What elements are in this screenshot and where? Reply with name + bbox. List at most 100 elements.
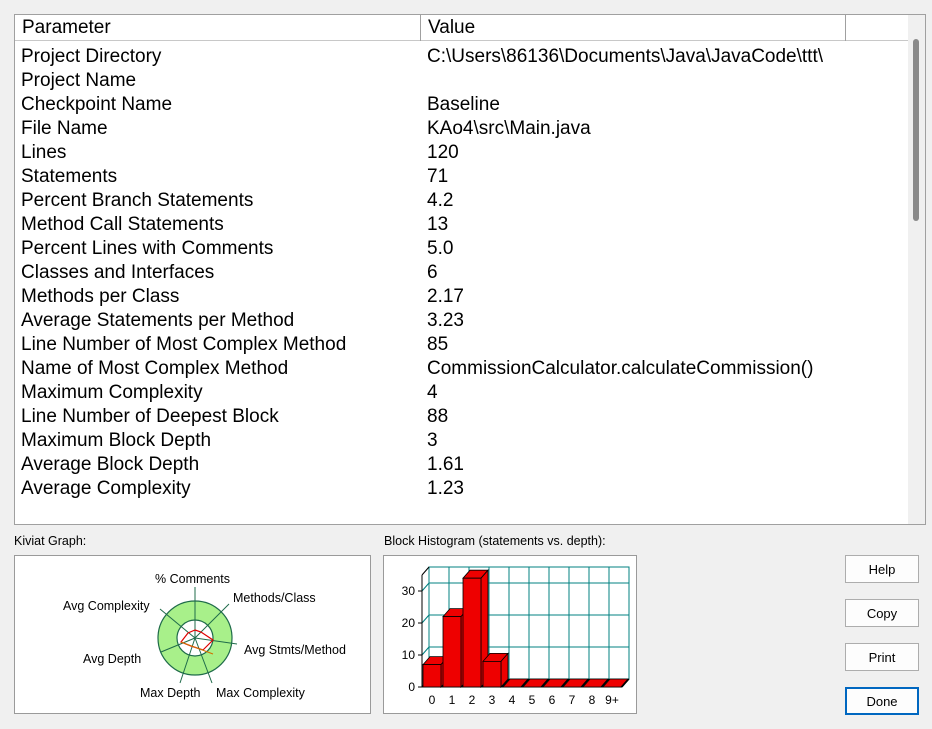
histogram-grid-line xyxy=(421,646,430,656)
scrollbar-thumb[interactable] xyxy=(913,39,919,221)
parameter-value: 13 xyxy=(427,214,449,235)
kiviat-axis-label: Methods/Class xyxy=(233,591,316,605)
parameter-value: CommissionCalculator.calculateCommission… xyxy=(427,358,814,379)
parameter-value: 5.0 xyxy=(427,238,454,259)
parameter-value: 4 xyxy=(427,382,438,403)
histogram-x-tick-label: 7 xyxy=(569,693,576,707)
kiviat-graph-label: Kiviat Graph: xyxy=(14,534,87,548)
parameter-name: Checkpoint Name xyxy=(21,94,173,115)
histogram-x-ticks: 0 1 2 3 4 5 6 7 8 9+ xyxy=(429,693,619,707)
histogram-y-tick-label: 20 xyxy=(402,616,416,630)
table-row[interactable]: Checkpoint Name Baseline xyxy=(15,93,909,117)
table-row[interactable]: Percent Lines with Comments 5.0 xyxy=(15,237,909,261)
histogram-x-tick-label: 9+ xyxy=(605,693,619,707)
parameter-value: 4.2 xyxy=(427,190,454,211)
histogram-x-tick-label: 6 xyxy=(549,693,556,707)
parameter-value: 120 xyxy=(427,142,459,163)
parameter-name: Statements xyxy=(21,166,118,187)
table-row[interactable]: Maximum Block Depth 3 xyxy=(15,429,909,453)
table-row[interactable]: Methods per Class 2.17 xyxy=(15,285,909,309)
table-row[interactable]: Average Statements per Method 3.23 xyxy=(15,309,909,333)
parameter-name: Methods per Class xyxy=(21,286,180,307)
kiviat-axis-label: Max Complexity xyxy=(216,686,306,700)
parameter-name: File Name xyxy=(21,118,108,139)
column-header-parameter[interactable]: Parameter xyxy=(15,15,421,41)
table-row[interactable]: Project Directory C:\Users\86136\Document… xyxy=(15,45,909,69)
parameter-value: 71 xyxy=(427,166,449,187)
histogram-x-tick-label: 1 xyxy=(449,693,456,707)
print-button[interactable]: Print xyxy=(845,643,919,671)
parameter-name: Average Block Depth xyxy=(21,454,200,475)
table-row[interactable]: File Name KAo4\src\Main.java xyxy=(15,117,909,141)
table-row[interactable]: Name of Most Complex Method CommissionCal… xyxy=(15,357,909,381)
histogram-x-tick-label: 3 xyxy=(489,693,496,707)
parameter-name: Project Name xyxy=(21,70,137,91)
kiviat-graph-panel: % Comments Methods/Class Avg Stmts/Metho… xyxy=(14,555,371,714)
table-row[interactable]: Average Block Depth 1.61 xyxy=(15,453,909,477)
parameter-value: 6 xyxy=(427,262,438,283)
kiviat-axis-label: Max Depth xyxy=(140,686,200,700)
parameter-value: 1.23 xyxy=(427,478,464,499)
parameter-value: 85 xyxy=(427,334,449,355)
table-row[interactable]: Project Name xyxy=(15,69,909,93)
histogram-x-tick-label: 8 xyxy=(589,693,596,707)
parameter-name: Method Call Statements xyxy=(21,214,224,235)
parameter-name: Line Number of Deepest Block xyxy=(21,406,279,427)
histogram-y-tick-label: 10 xyxy=(402,648,416,662)
parameter-name: Percent Branch Statements xyxy=(21,190,254,211)
parameter-name: Average Statements per Method xyxy=(21,310,295,331)
parameter-name: Name of Most Complex Method xyxy=(21,358,289,379)
parameter-name: Maximum Block Depth xyxy=(21,430,212,451)
histogram-wall-edge xyxy=(421,566,430,576)
histogram-bar xyxy=(482,652,509,689)
table-body: Project Directory C:\Users\86136\Document… xyxy=(15,45,909,501)
parameter-value: 3.23 xyxy=(427,310,464,331)
kiviat-axis-label: Avg Stmts/Method xyxy=(244,643,346,657)
histogram-y-tick-label: 0 xyxy=(408,680,415,694)
parameter-name: Project Directory xyxy=(21,46,162,67)
parameter-value: C:\Users\86136\Documents\Java\JavaCode\t… xyxy=(427,46,824,67)
kiviat-axis-label: Avg Complexity xyxy=(63,599,150,613)
parameter-name: Maximum Complexity xyxy=(21,382,203,403)
histogram-grid-line xyxy=(421,614,430,624)
histogram-panel: 0 10 20 30 0 1 2 3 4 5 6 7 8 9+ xyxy=(383,555,637,714)
table-row[interactable]: Method Call Statements 13 xyxy=(15,213,909,237)
copy-button[interactable]: Copy xyxy=(845,599,919,627)
column-header-value[interactable]: Value xyxy=(421,15,846,41)
table-row[interactable]: Maximum Complexity 4 xyxy=(15,381,909,405)
histogram-x-tick-label: 5 xyxy=(529,693,536,707)
kiviat-graph: % Comments Methods/Class Avg Stmts/Metho… xyxy=(63,572,346,700)
parameter-value: 88 xyxy=(427,406,449,427)
parameter-value: 1.61 xyxy=(427,454,464,475)
histogram-x-tick-label: 4 xyxy=(509,693,516,707)
histogram-grid-line xyxy=(421,582,430,592)
table-row[interactable]: Percent Branch Statements 4.2 xyxy=(15,189,909,213)
kiviat-axis-label: % Comments xyxy=(155,572,230,586)
help-button[interactable]: Help xyxy=(845,555,919,583)
parameter-name: Line Number of Most Complex Method xyxy=(21,334,347,355)
block-histogram: 0102030 0 1 2 3 4 5 6 7 8 9+ xyxy=(402,566,630,707)
vertical-scrollbar[interactable] xyxy=(908,15,925,524)
metrics-table: Parameter Value Project Directory C:\User… xyxy=(14,14,926,525)
parameter-name: Lines xyxy=(21,142,67,163)
parameter-value: Baseline xyxy=(427,94,500,115)
table-row[interactable]: Average Complexity 1.23 xyxy=(15,477,909,501)
parameter-value: KAo4\src\Main.java xyxy=(427,118,591,139)
parameter-name: Classes and Interfaces xyxy=(21,262,215,283)
table-row[interactable]: Line Number of Deepest Block 88 xyxy=(15,405,909,429)
histogram-x-tick-label: 0 xyxy=(429,693,436,707)
table-row[interactable]: Statements 71 xyxy=(15,165,909,189)
parameter-value: 2.17 xyxy=(427,286,464,307)
table-row[interactable]: Lines 120 xyxy=(15,141,909,165)
table-row[interactable]: Classes and Interfaces 6 xyxy=(15,261,909,285)
table-row[interactable]: Line Number of Most Complex Method 85 xyxy=(15,333,909,357)
done-button[interactable]: Done xyxy=(845,687,919,715)
kiviat-axis-label: Avg Depth xyxy=(83,652,141,666)
table-header: Parameter Value xyxy=(15,15,909,41)
parameter-name: Average Complexity xyxy=(21,478,191,499)
histogram-x-tick-label: 2 xyxy=(469,693,476,707)
histogram-y-tick-label: 30 xyxy=(402,584,416,598)
histogram-label: Block Histogram (statements vs. depth): xyxy=(384,534,606,548)
parameter-value: 3 xyxy=(427,430,438,451)
histogram-y-ticks: 0 10 20 30 xyxy=(402,584,422,694)
